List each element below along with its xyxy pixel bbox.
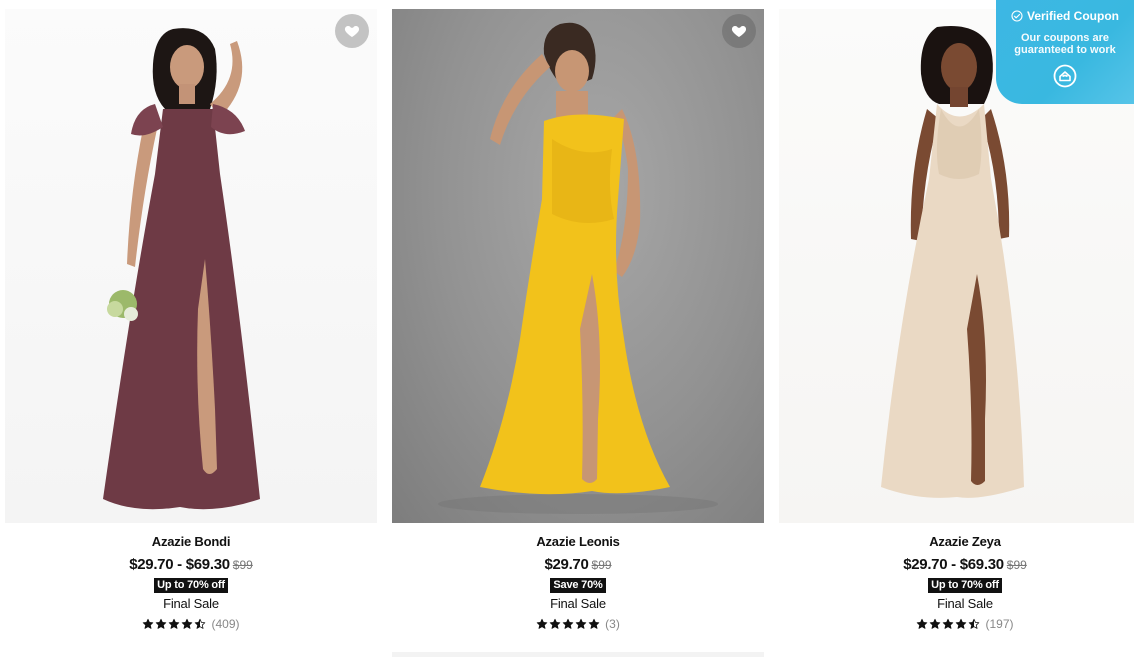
- final-sale-label: Final Sale: [550, 596, 606, 611]
- brand-logo-icon[interactable]: [1053, 64, 1077, 88]
- wishlist-button[interactable]: [335, 14, 369, 48]
- original-price: $99: [232, 558, 253, 572]
- coupon-subtitle-line2: guaranteed to work: [1014, 44, 1116, 56]
- rating[interactable]: (3): [392, 617, 764, 631]
- coupon-title: Verified Coupon: [1026, 9, 1119, 23]
- original-price: $99: [1006, 558, 1027, 572]
- discount-badge: Save 70%: [550, 578, 606, 593]
- coupon-subtitle: Our coupons are guaranteed to work: [996, 32, 1134, 56]
- heart-icon: [344, 26, 360, 37]
- rating[interactable]: (197): [779, 617, 1134, 631]
- discount-badge: Up to 70% off: [928, 578, 1002, 593]
- product-grid: Azazie Bondi $29.70 - $69.30 $99 Up to 70…: [0, 0, 1134, 657]
- dress-photo: [103, 28, 260, 510]
- product-info: Azazie Leonis $29.70 $99 Save 70% Final S…: [392, 523, 764, 631]
- star-rating: [142, 618, 206, 630]
- star-icon: [143, 618, 154, 629]
- product-card[interactable]: Azazie Bondi $29.70 - $69.30 $99 Up to 70…: [5, 9, 377, 631]
- product-info: Azazie Bondi $29.70 - $69.30 $99 Up to 70…: [5, 523, 377, 631]
- star-icon: [195, 618, 206, 629]
- sale-price: $29.70 - $69.30: [129, 556, 230, 573]
- sale-price: $29.70 - $69.30: [903, 556, 1004, 573]
- star-rating: [536, 618, 600, 630]
- star-icon: [549, 618, 561, 629]
- dress-photo: [438, 22, 718, 514]
- star-icon: [562, 618, 574, 629]
- final-sale-label: Final Sale: [163, 596, 219, 611]
- star-icon: [182, 618, 193, 629]
- product-image[interactable]: [392, 9, 764, 523]
- star-icon: [588, 618, 600, 629]
- heart-icon: [731, 26, 747, 37]
- verified-coupon-widget[interactable]: Verified Coupon Our coupons are guarante…: [996, 0, 1134, 104]
- star-icon: [956, 618, 967, 629]
- review-count: (3): [605, 617, 620, 631]
- original-price: $99: [591, 558, 612, 572]
- star-icon: [943, 618, 954, 629]
- product-card[interactable]: Azazie Leonis $29.70 $99 Save 70% Final S…: [392, 9, 764, 631]
- review-count: (409): [211, 617, 240, 631]
- star-icon: [536, 618, 548, 629]
- coupon-subtitle-line1: Our coupons are: [1020, 32, 1110, 44]
- rating[interactable]: (409): [5, 617, 377, 631]
- coupon-header: Verified Coupon: [996, 9, 1134, 23]
- review-count: (197): [985, 617, 1014, 631]
- final-sale-label: Final Sale: [937, 596, 993, 611]
- sale-price: $29.70: [544, 556, 589, 573]
- product-name[interactable]: Azazie Leonis: [392, 533, 764, 551]
- product-name[interactable]: Azazie Zeya: [779, 533, 1134, 551]
- discount-badge: Up to 70% off: [154, 578, 228, 593]
- price-row: $29.70 $99: [392, 555, 764, 575]
- star-rating: [916, 618, 980, 630]
- star-icon: [930, 618, 941, 629]
- product-name[interactable]: Azazie Bondi: [5, 533, 377, 551]
- next-row-edge: [392, 652, 764, 657]
- wishlist-button[interactable]: [722, 14, 756, 48]
- star-icon: [169, 618, 180, 629]
- star-icon: [969, 618, 980, 629]
- price-row: $29.70 - $69.30 $99: [779, 555, 1134, 575]
- star-icon: [156, 618, 167, 629]
- product-info: Azazie Zeya $29.70 - $69.30 $99 Up to 70%…: [779, 523, 1134, 631]
- star-icon: [917, 618, 928, 629]
- star-icon: [575, 618, 587, 629]
- product-image[interactable]: [5, 9, 377, 523]
- check-circle-icon: [1011, 10, 1023, 22]
- price-row: $29.70 - $69.30 $99: [5, 555, 377, 575]
